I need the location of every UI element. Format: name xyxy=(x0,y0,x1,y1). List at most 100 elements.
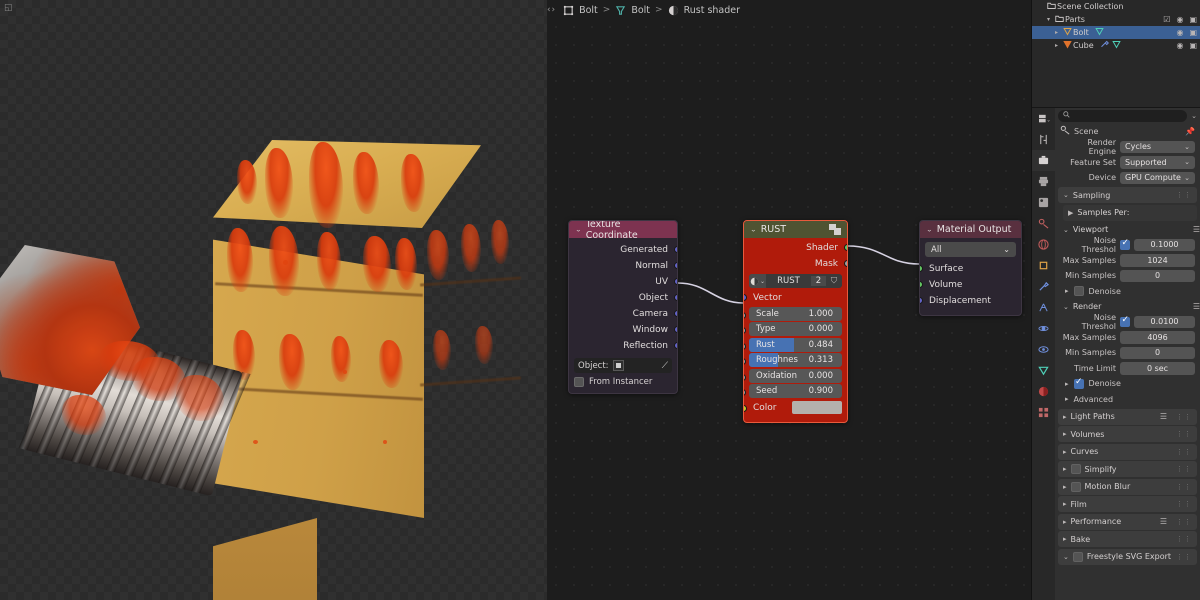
socket-reflection[interactable] xyxy=(674,342,677,349)
section-performance[interactable]: ▸ Performance ☰ ⋮⋮ xyxy=(1058,513,1197,530)
breadcrumb-object-label[interactable]: Bolt xyxy=(579,5,598,16)
expand-chevron-icon[interactable]: ▸ xyxy=(1052,29,1061,36)
render-denoise-row[interactable]: ▸ Denoise xyxy=(1055,376,1200,392)
input-prop-row[interactable]: Rust 0.484 xyxy=(744,337,847,352)
target-select[interactable]: All ⌄ xyxy=(925,242,1016,257)
prop-seed[interactable]: Seed 0.900 xyxy=(749,384,842,398)
input-prop-row[interactable]: Roughnes 0.313 xyxy=(744,353,847,367)
input-socket-row[interactable]: Surface xyxy=(920,261,1021,277)
max-samples-field[interactable]: 1024 xyxy=(1120,254,1195,267)
drag-handle-icon[interactable]: ⋮⋮ xyxy=(1176,483,1192,491)
section-light-paths[interactable]: ▸ Light Paths ☰ ⋮⋮ xyxy=(1058,408,1197,425)
camera-icon[interactable]: ▣ xyxy=(1189,41,1197,50)
render-min-samples-row[interactable]: Min Samples 0 xyxy=(1055,345,1200,361)
feature-set-row[interactable]: Feature Set Supported ⌄ xyxy=(1055,155,1200,171)
tab-constraint-icon[interactable] xyxy=(1032,339,1055,360)
input-socket-row[interactable]: Volume xyxy=(920,277,1021,293)
socket-shader[interactable] xyxy=(844,244,847,251)
input-prop-row[interactable]: Type 0.000 xyxy=(744,322,847,336)
max-samples-field[interactable]: 4096 xyxy=(1120,331,1195,344)
expand-chevron-icon[interactable]: ⌄ xyxy=(1063,226,1069,234)
nav-arrows[interactable]: ‹ › xyxy=(547,5,555,15)
device-row[interactable]: Device GPU Compute ⌄ xyxy=(1055,170,1200,186)
exclude-checkbox[interactable]: ☑ xyxy=(1163,15,1170,24)
chevron-down-icon[interactable]: ⌄ xyxy=(1191,112,1197,120)
node-rust-group[interactable]: ⌄ RUST Shader Mask ⌄ RUST 2 ⛉ Vector Sca… xyxy=(743,220,848,423)
expand-chevron-icon[interactable]: ▸ xyxy=(1065,380,1069,388)
socket-color[interactable] xyxy=(744,404,747,412)
output-socket-row[interactable]: Mask xyxy=(744,256,847,272)
prop-rust[interactable]: Rust 0.484 xyxy=(749,337,842,352)
expand-chevron-icon[interactable]: ⌄ xyxy=(1063,303,1069,311)
output-socket-row[interactable]: Shader xyxy=(744,240,847,256)
render-engine-select[interactable]: Cycles ⌄ xyxy=(1120,140,1195,153)
drag-handle-icon[interactable]: ⋮⋮ xyxy=(1176,191,1192,199)
socket-roughness[interactable] xyxy=(744,358,746,365)
eyedropper-icon[interactable]: ⟋ xyxy=(662,361,668,371)
viewport-denoise-checkbox[interactable] xyxy=(1073,286,1084,297)
color-swatch[interactable] xyxy=(792,401,842,414)
tab-object-icon[interactable] xyxy=(1032,255,1055,276)
prop-scale[interactable]: Scale 1.000 xyxy=(749,306,842,321)
render-max-samples-row[interactable]: Max Samples 4096 xyxy=(1055,330,1200,346)
node-header-material-output[interactable]: ⌄ Material Output xyxy=(920,221,1021,238)
search-input[interactable] xyxy=(1058,109,1188,122)
collapse-chevron-icon[interactable]: ⌄ xyxy=(575,226,582,233)
socket-normal[interactable] xyxy=(674,262,677,269)
properties-tab-strip[interactable]: ⌄ xyxy=(1032,108,1055,600)
noise-threshold-checkbox[interactable] xyxy=(1120,315,1130,327)
collapse-chevron-icon[interactable]: ⌄ xyxy=(926,226,933,233)
tab-tool-icon[interactable] xyxy=(1032,129,1055,150)
socket-generated[interactable] xyxy=(674,246,677,253)
mesh-data-icon[interactable] xyxy=(1111,40,1123,51)
socket-object[interactable] xyxy=(674,294,677,301)
socket-volume[interactable] xyxy=(920,281,923,288)
time-limit-field[interactable]: 0 sec xyxy=(1120,362,1195,375)
expand-chevron-icon[interactable]: ⌄ xyxy=(1063,191,1069,199)
subsection-samples-per[interactable]: ▶ Samples Per: xyxy=(1063,204,1197,221)
tab-texture-icon[interactable] xyxy=(1032,402,1055,423)
outliner-row-parts[interactable]: ▾ Parts ☑ ◉ ▣ xyxy=(1032,13,1200,26)
object-field-row[interactable]: Object: ⟋ xyxy=(574,358,672,373)
pin-icon[interactable]: 📌 xyxy=(1185,127,1195,136)
simplify-checkbox[interactable] xyxy=(1070,464,1081,474)
fake-user-shield-icon[interactable]: ⛉ xyxy=(826,276,842,286)
tab-particles-icon[interactable] xyxy=(1032,297,1055,318)
device-select[interactable]: GPU Compute ⌄ xyxy=(1120,171,1195,184)
expand-chevron-icon[interactable]: ▸ xyxy=(1063,448,1067,456)
node-header-rust[interactable]: ⌄ RUST xyxy=(744,221,847,238)
tab-physics-icon[interactable] xyxy=(1032,318,1055,339)
mesh-data-icon[interactable] xyxy=(1094,27,1106,38)
subsection-render[interactable]: ⌄ Render ☰ xyxy=(1055,299,1200,314)
tab-output-icon[interactable] xyxy=(1032,171,1055,192)
section-motion-blur[interactable]: ▸ Motion Blur ⋮⋮ xyxy=(1058,478,1197,495)
expand-chevron-icon[interactable]: ▸ xyxy=(1063,500,1067,508)
render-engine-row[interactable]: Render Engine Cycles ⌄ xyxy=(1055,138,1200,156)
drag-handle-icon[interactable]: ⋮⋮ xyxy=(1176,430,1192,438)
tab-scene-icon[interactable] xyxy=(1032,213,1055,234)
expand-chevron-icon[interactable]: ▸ xyxy=(1063,465,1067,473)
properties-editor-type-icon[interactable]: ⌄ xyxy=(1032,108,1055,129)
feature-set-select[interactable]: Supported ⌄ xyxy=(1120,156,1195,169)
socket-uv[interactable] xyxy=(674,278,677,285)
noise-threshold-checkbox[interactable] xyxy=(1120,238,1130,250)
input-socket-row[interactable]: Displacement xyxy=(920,293,1021,309)
viewport-denoise-row[interactable]: ▸ Denoise xyxy=(1055,284,1200,300)
prop-roughness[interactable]: Roughnes 0.313 xyxy=(749,353,842,367)
eye-icon[interactable]: ◉ xyxy=(1176,15,1183,24)
output-socket-row[interactable]: UV xyxy=(569,274,677,290)
output-socket-row[interactable]: Object xyxy=(569,290,677,306)
socket-rust[interactable] xyxy=(744,342,746,350)
section-simplify[interactable]: ▸ Simplify ⋮⋮ xyxy=(1058,461,1197,477)
outliner[interactable]: Scene Collection ▾ Parts ☑ ◉ ▣ ▸ Bolt ◉ … xyxy=(1032,0,1200,108)
section-bake[interactable]: ▸ Bake ⋮⋮ xyxy=(1058,531,1197,547)
from-instancer-checkbox[interactable] xyxy=(574,377,584,387)
breadcrumb-shader-label[interactable]: Rust shader xyxy=(684,5,740,16)
nodegroup-user-count[interactable]: 2 xyxy=(811,276,826,286)
output-socket-row[interactable]: Camera xyxy=(569,306,677,322)
noise-threshold-field[interactable]: 0.0100 xyxy=(1134,315,1195,328)
viewport-max-samples-row[interactable]: Max Samples 1024 xyxy=(1055,253,1200,269)
eye-icon[interactable]: ◉ xyxy=(1176,41,1183,50)
input-prop-row[interactable]: Scale 1.000 xyxy=(744,306,847,321)
render-advanced-row[interactable]: ▸ Advanced xyxy=(1055,392,1200,408)
